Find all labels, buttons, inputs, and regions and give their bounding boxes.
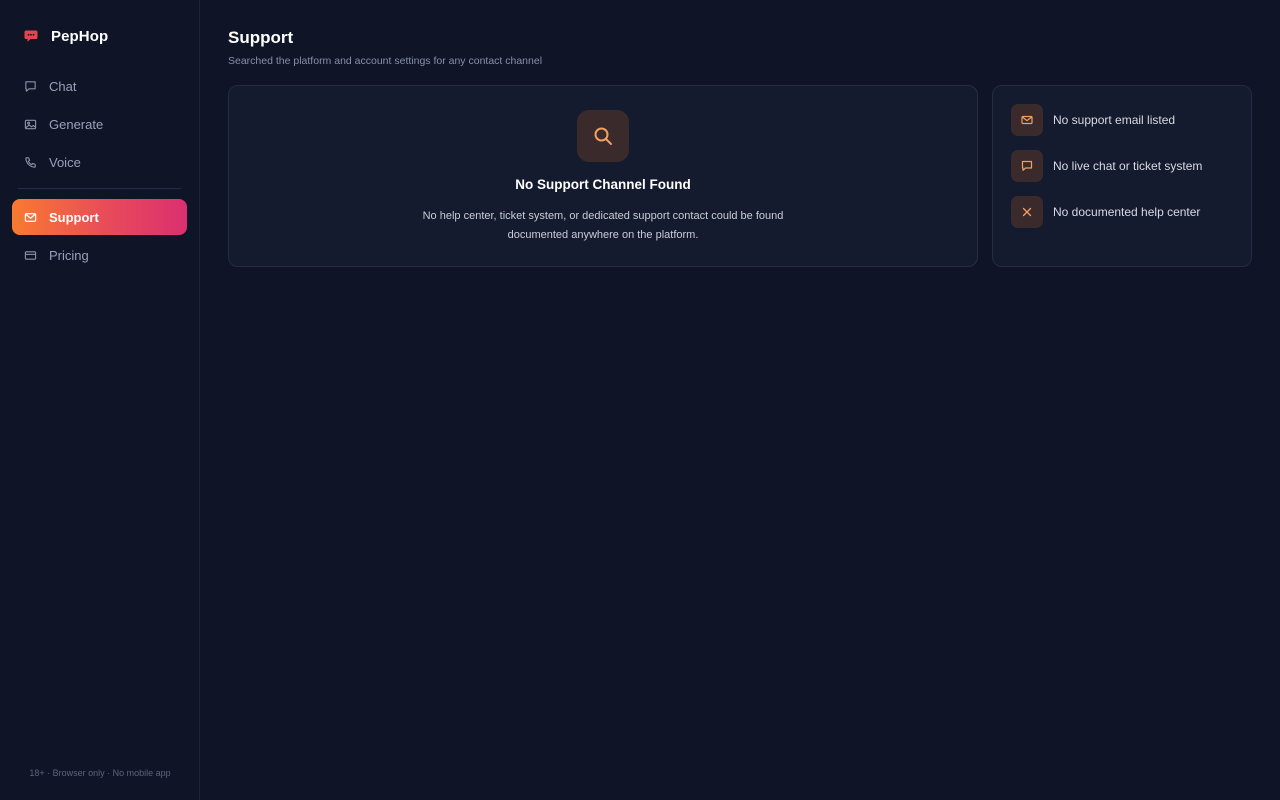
sidebar-item-label: Support [49, 209, 99, 225]
sidebar-item-pricing[interactable]: Pricing [12, 237, 187, 273]
sidebar-item-support[interactable]: Support [12, 199, 187, 235]
sidebar: PepHop Chat Generate Voice Support Prici… [0, 0, 200, 800]
sidebar-nav: Chat Generate Voice Support Pricing [0, 68, 199, 273]
finding-row: No documented help center [1011, 196, 1233, 228]
finding-text: No documented help center [1053, 205, 1201, 219]
sidebar-item-label: Generate [49, 116, 104, 132]
app-root: PepHop Chat Generate Voice Support Prici… [0, 0, 1280, 800]
phone-icon [23, 155, 37, 169]
findings-card: No support email listed No live chat or … [992, 85, 1252, 267]
mail-icon [1011, 104, 1043, 136]
chat-icon [23, 79, 37, 93]
speech-bubble-logo-icon [24, 30, 38, 42]
card-icon [23, 248, 37, 262]
empty-state-card: No Support Channel Found No help center,… [228, 85, 978, 267]
sidebar-item-label: Pricing [49, 247, 89, 263]
search-icon [577, 110, 629, 162]
main-content: Support Searched the platform and accoun… [200, 0, 1280, 800]
page-subtitle: Searched the platform and account settin… [228, 55, 543, 67]
image-icon [23, 117, 37, 131]
sidebar-item-label: Voice [49, 154, 81, 170]
brand[interactable]: PepHop [0, 24, 199, 48]
chat-icon [1011, 150, 1043, 182]
cards-row: No Support Channel Found No help center,… [228, 85, 1252, 267]
finding-row: No support email listed [1011, 104, 1233, 136]
sidebar-item-voice[interactable]: Voice [12, 144, 187, 180]
sidebar-footer: 18+ · Browser only · No mobile app [29, 768, 171, 778]
page-title: Support [228, 28, 294, 47]
close-icon [1011, 196, 1043, 228]
finding-text: No support email listed [1053, 113, 1176, 127]
sidebar-item-label: Chat [49, 78, 77, 94]
empty-state-heading: No Support Channel Found [515, 177, 691, 192]
finding-text: No live chat or ticket system [1053, 159, 1203, 173]
mail-icon [23, 210, 37, 224]
sidebar-divider [18, 188, 181, 189]
sidebar-item-generate[interactable]: Generate [12, 106, 187, 142]
finding-row: No live chat or ticket system [1011, 150, 1233, 182]
sidebar-item-chat[interactable]: Chat [12, 68, 187, 104]
brand-name: PepHop [51, 27, 109, 45]
empty-state-description: No help center, ticket system, or dedica… [422, 210, 784, 241]
